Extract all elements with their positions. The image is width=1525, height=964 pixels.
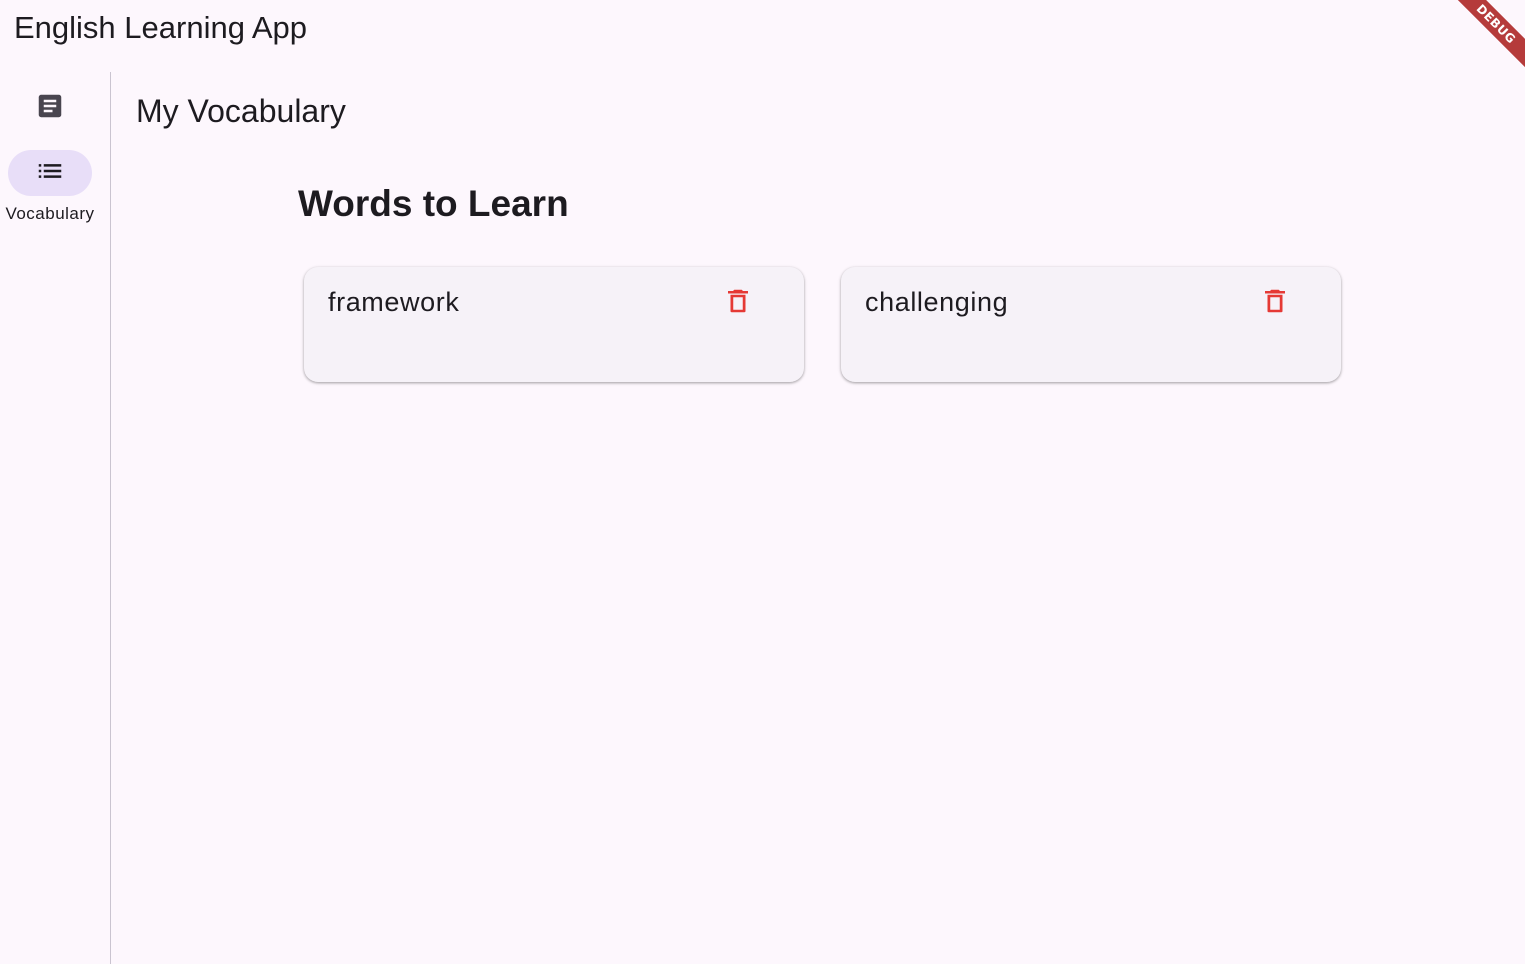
debug-banner: DEBUG	[1435, 0, 1525, 90]
section-title: Words to Learn	[298, 183, 569, 224]
page-title: My Vocabulary	[136, 93, 346, 129]
word-text: challenging	[865, 287, 1009, 317]
rail-indicator-notes	[8, 88, 92, 128]
word-card: challenging	[841, 267, 1341, 382]
rail-item-label: Vocabulary	[5, 204, 95, 223]
rail-item-notes[interactable]	[0, 88, 100, 128]
delete-icon	[1260, 286, 1290, 321]
navigation-rail: Vocabulary	[0, 72, 111, 964]
word-text: framework	[328, 287, 460, 317]
list-icon	[35, 156, 65, 191]
rail-item-vocabulary[interactable]: Vocabulary	[0, 150, 100, 224]
word-card: framework	[304, 267, 804, 382]
debug-label: DEBUG	[1447, 0, 1525, 73]
article-icon	[35, 91, 65, 126]
app-window: English Learning App DEBUG Vocabulary My…	[0, 0, 1525, 964]
rail-indicator-vocabulary	[8, 150, 92, 196]
delete-button[interactable]	[714, 283, 762, 323]
delete-icon	[723, 286, 753, 321]
delete-button[interactable]	[1251, 283, 1299, 323]
app-title: English Learning App	[14, 10, 308, 45]
